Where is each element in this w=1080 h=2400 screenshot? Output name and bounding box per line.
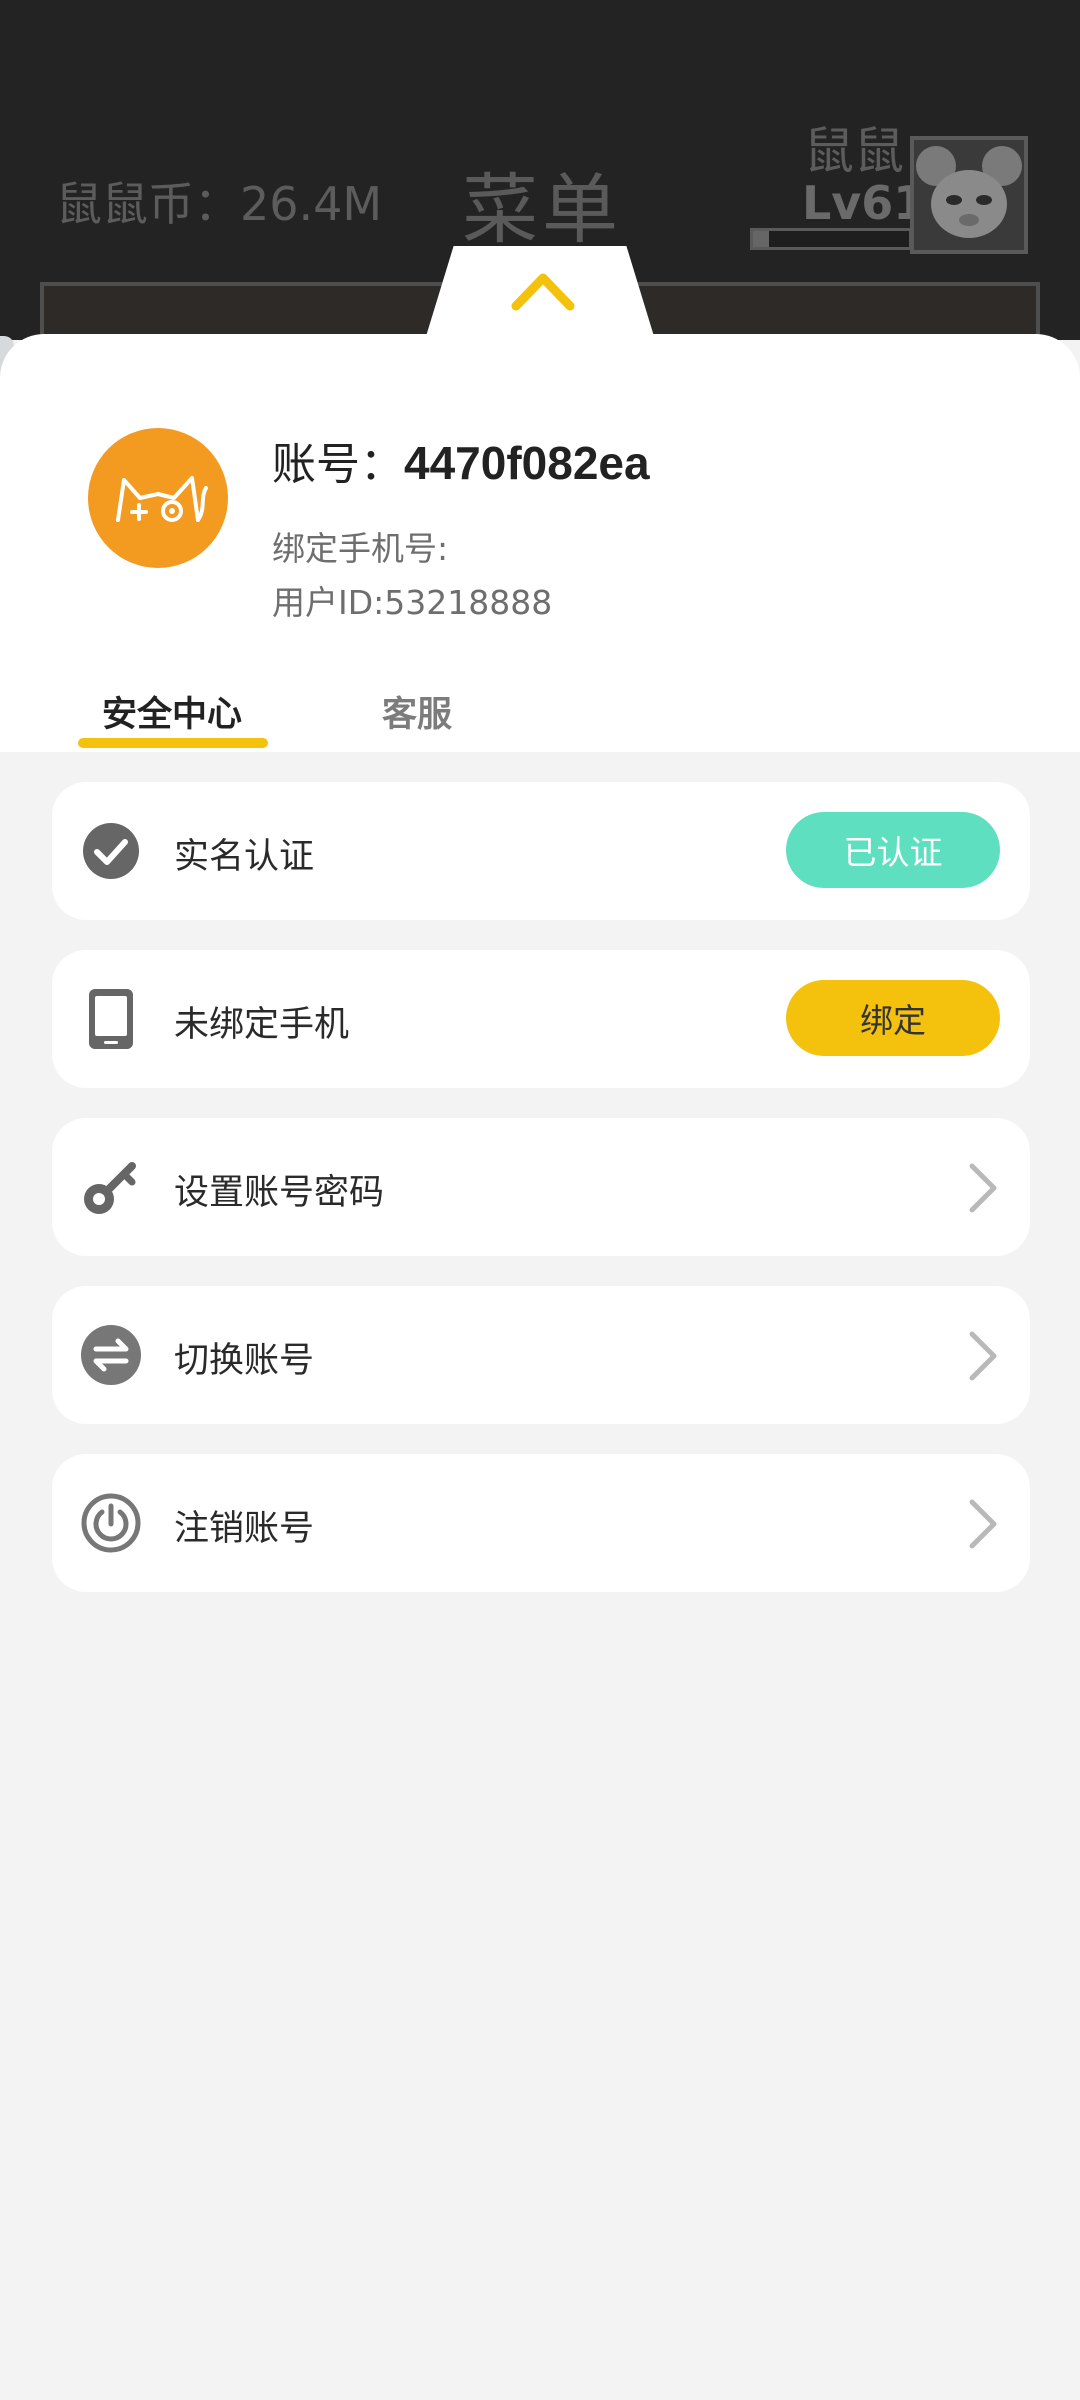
xp-progress-bar	[750, 228, 912, 250]
phone-icon	[89, 989, 133, 1049]
list-item-label: 实名认证	[174, 837, 315, 877]
mouse-avatar-icon	[910, 136, 1028, 254]
active-tab-indicator	[78, 738, 268, 748]
player-name: 鼠鼠	[804, 122, 904, 180]
account-id-line: 账号：4470f082ea	[272, 428, 650, 492]
power-icon	[81, 1493, 141, 1553]
list-item-label: 设置账号密码	[174, 1173, 385, 1213]
list-item-set-password[interactable]: 设置账号密码	[52, 1118, 1030, 1256]
chevron-right-icon	[969, 1331, 997, 1381]
bind-button[interactable]: 绑定	[786, 980, 1000, 1056]
list-item-switch-account[interactable]: 切换账号	[52, 1286, 1030, 1424]
xp-progress-fill	[753, 231, 769, 247]
player-level: Lv61	[802, 176, 926, 230]
list-item-deactivate-account[interactable]: 注销账号	[52, 1454, 1030, 1592]
list-item-bind-phone[interactable]: 未绑定手机 绑定	[52, 950, 1030, 1088]
key-icon	[84, 1162, 136, 1214]
user-id: 用户ID:53218888	[272, 583, 553, 622]
user-avatar[interactable]	[88, 428, 228, 568]
list-item-label: 未绑定手机	[174, 1005, 350, 1045]
cat-logo-icon	[116, 476, 208, 522]
account-id: 4470f082ea	[404, 437, 650, 489]
chevron-right-icon	[969, 1163, 997, 1213]
tab-customer-service[interactable]: 客服	[382, 686, 452, 737]
verified-button[interactable]: 已认证	[786, 812, 1000, 888]
bound-phone: 绑定手机号:	[272, 529, 449, 568]
check-circle-icon	[83, 823, 139, 879]
chevron-right-icon	[969, 1499, 997, 1549]
account-label: 账号：	[272, 439, 404, 490]
list-item-label: 切换账号	[174, 1341, 315, 1381]
chevron-up-icon[interactable]	[510, 268, 576, 312]
menu-title: 菜单	[462, 165, 622, 254]
list-item-real-name[interactable]: 实名认证 已认证	[52, 782, 1030, 920]
list-item-label: 注销账号	[174, 1509, 315, 1549]
switch-icon	[81, 1325, 141, 1385]
coins-counter: 鼠鼠币：26.4M	[56, 177, 383, 231]
tab-security-center[interactable]: 安全中心	[102, 686, 242, 737]
